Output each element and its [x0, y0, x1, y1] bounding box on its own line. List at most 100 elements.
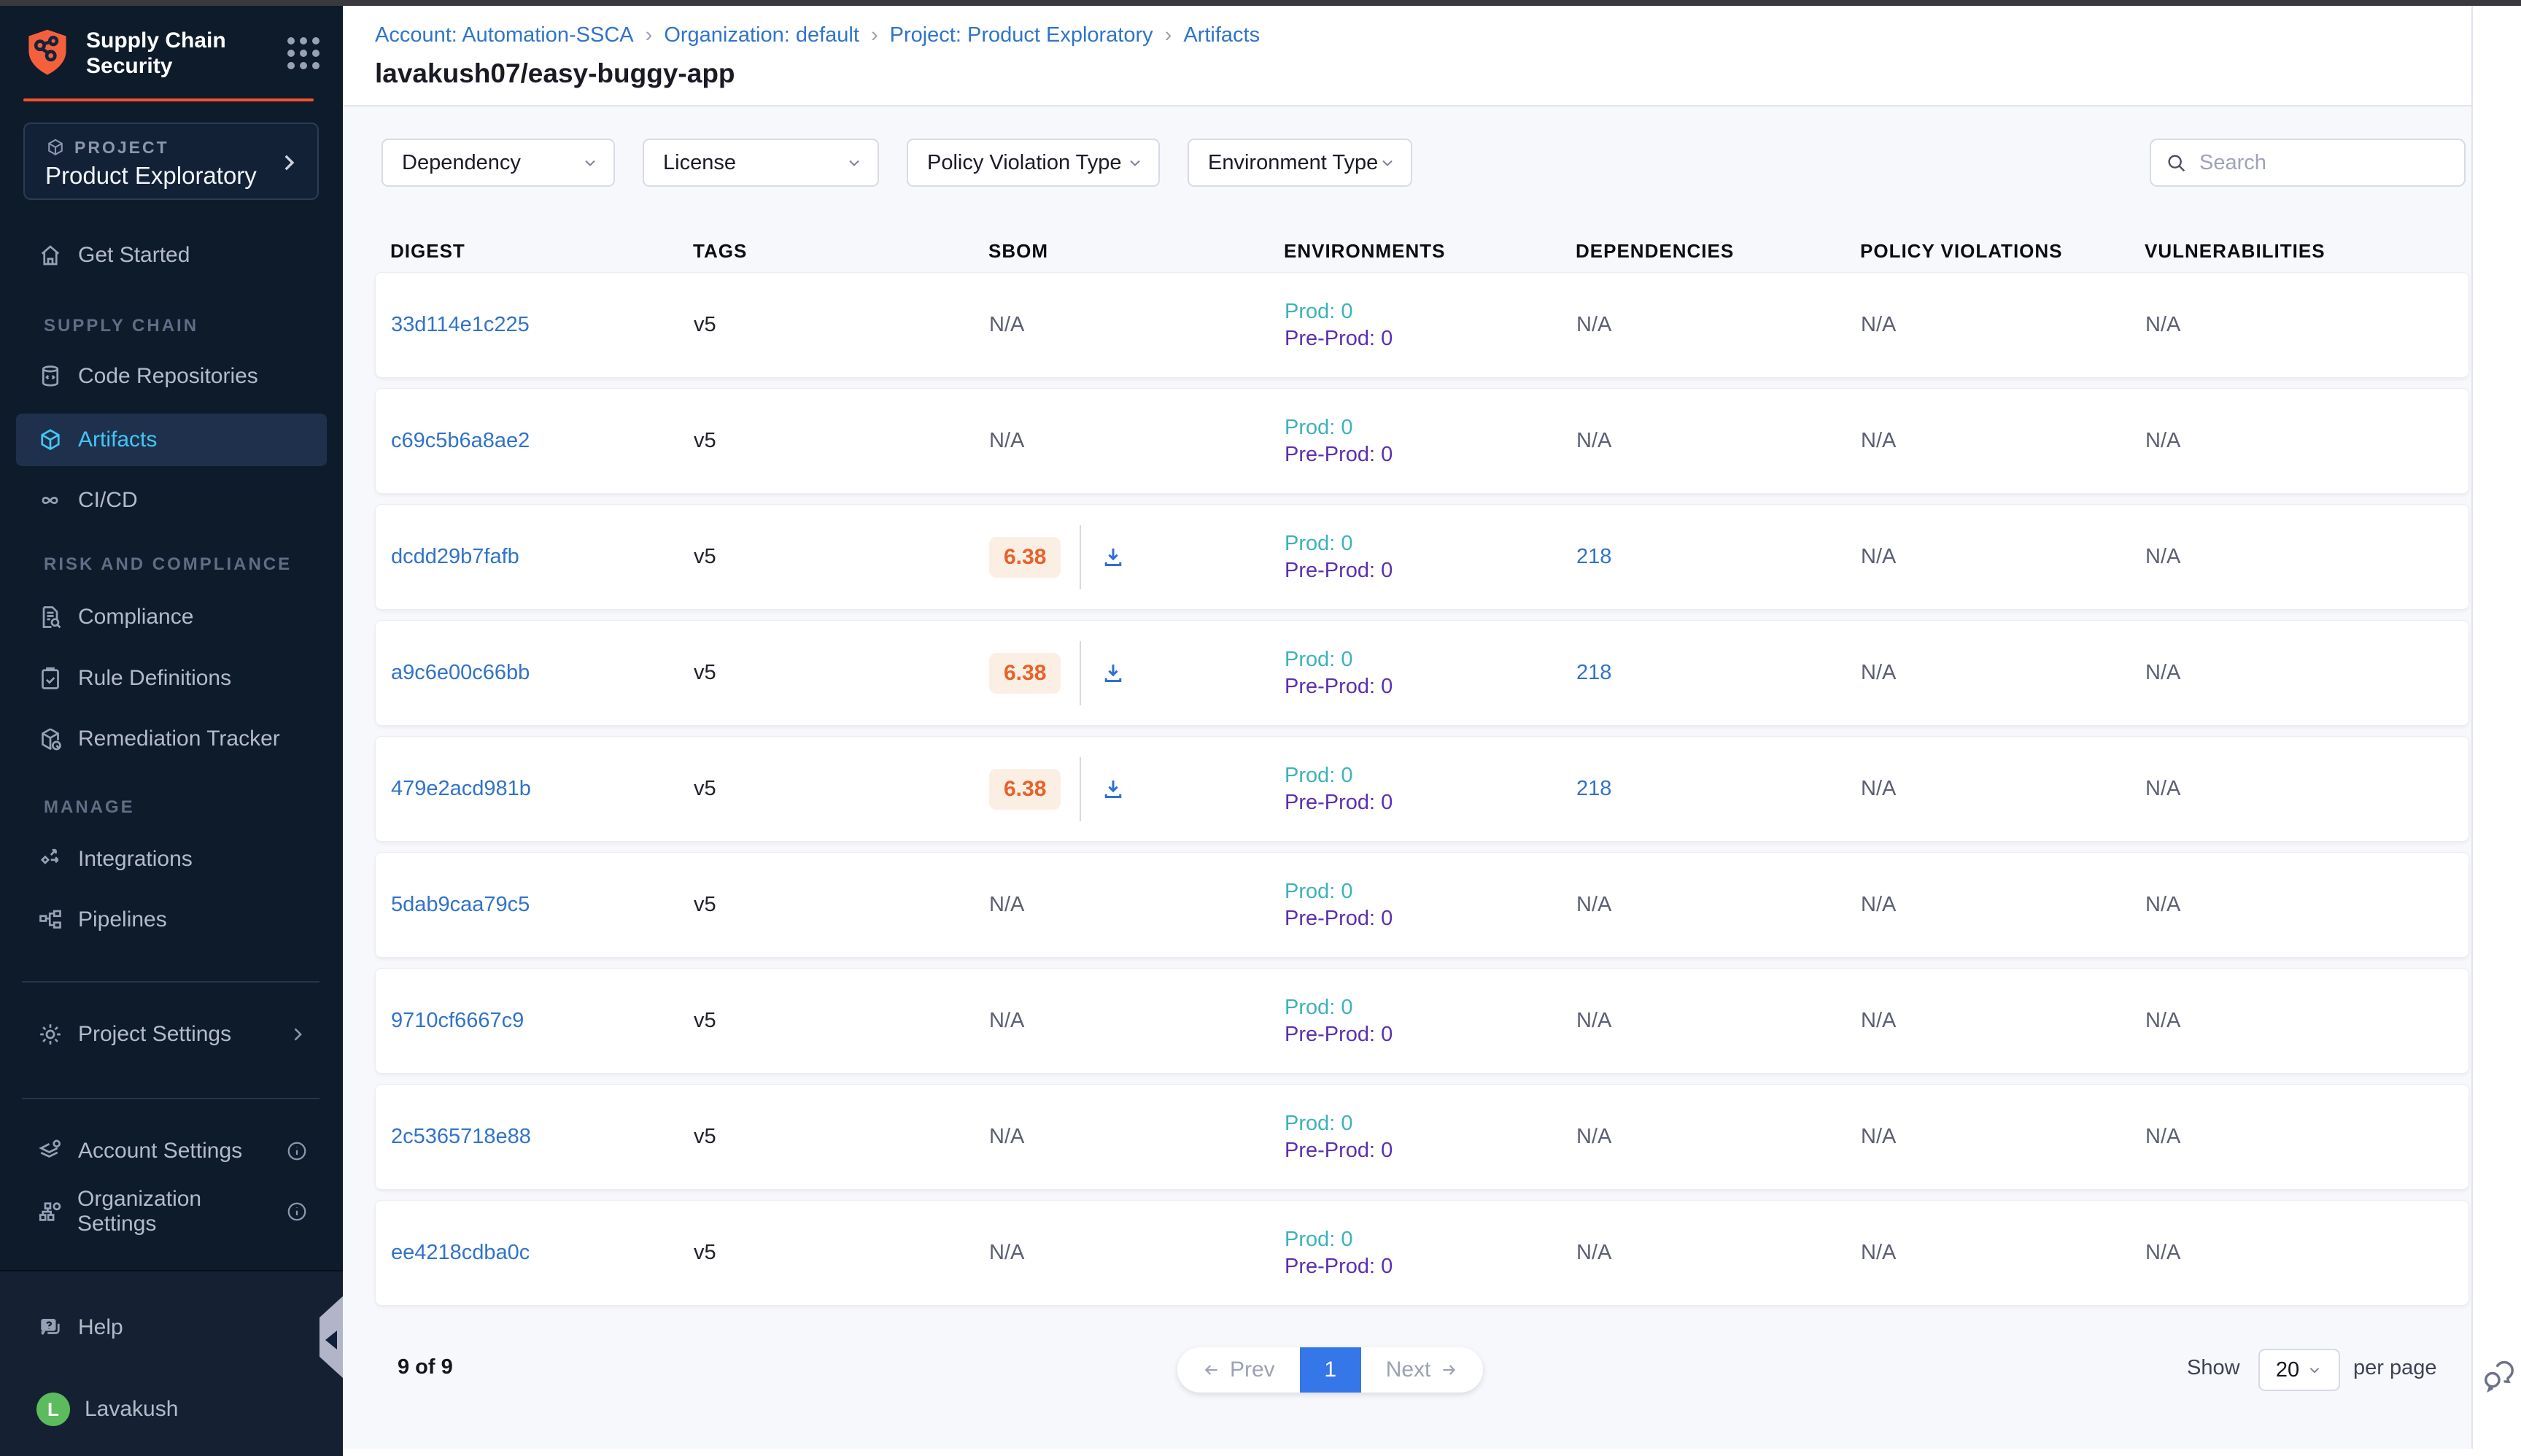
table-row[interactable]: a9c6e00c66bb v5 6.38 Prod: 0 Pre-Prod: 0… [375, 620, 2469, 726]
home-icon [36, 242, 63, 268]
digest-link[interactable]: c69c5b6a8ae2 [391, 429, 530, 452]
table-row[interactable]: dcdd29b7fafb v5 6.38 Prod: 0 Pre-Prod: 0… [375, 504, 2469, 610]
sidebar-item-pipelines[interactable]: Pipelines [16, 894, 327, 946]
environments-cell: Prod: 0 Pre-Prod: 0 [1285, 878, 1576, 932]
breadcrumb-account[interactable]: Account: Automation-SSCA [375, 23, 634, 47]
sidebar-item-project-settings[interactable]: Project Settings [16, 1008, 327, 1061]
sidebar-item-rule-definitions[interactable]: Rule Definitions [16, 652, 327, 705]
vulnerabilities-value: N/A [2145, 1241, 2468, 1265]
digest-link[interactable]: dcdd29b7fafb [391, 545, 519, 568]
user-name: Lavakush [85, 1397, 178, 1422]
sidebar-item-artifacts[interactable]: Artifacts [16, 414, 327, 466]
environments-cell: Prod: 0 Pre-Prod: 0 [1285, 298, 1576, 352]
sidebar-item-cicd[interactable]: CI/CD [16, 474, 327, 527]
sidebar-user[interactable]: L Lavakush [16, 1383, 327, 1436]
env-prod: Prod: 0 [1285, 1110, 1576, 1137]
digest-link[interactable]: 33d114e1c225 [391, 313, 530, 336]
breadcrumb-artifacts[interactable]: Artifacts [1183, 23, 1260, 47]
table-row[interactable]: ee4218cdba0c v5 N/A Prod: 0 Pre-Prod: 0 … [375, 1200, 2469, 1306]
chat-bubbles-icon[interactable] [2479, 1357, 2517, 1395]
dependencies-link[interactable]: 218 [1576, 777, 1611, 800]
digest-link[interactable]: ee4218cdba0c [391, 1241, 530, 1264]
document-search-icon [36, 604, 63, 630]
page-size-select[interactable]: 20 [2258, 1349, 2340, 1391]
digest-link[interactable]: 9710cf6667c9 [391, 1009, 524, 1032]
sidebar-item-label: Compliance [78, 605, 193, 630]
table-row[interactable]: 5dab9caa79c5 v5 N/A Prod: 0 Pre-Prod: 0 … [375, 852, 2469, 958]
next-page-button[interactable]: Next [1361, 1347, 1484, 1393]
table-row[interactable]: 33d114e1c225 v5 N/A Prod: 0 Pre-Prod: 0 … [375, 272, 2469, 378]
filter-environment-type[interactable]: Environment Type [1188, 139, 1412, 187]
search-box [2150, 139, 2466, 187]
sbom-na: N/A [989, 1009, 1024, 1032]
table-row[interactable]: 9710cf6667c9 v5 N/A Prod: 0 Pre-Prod: 0 … [375, 968, 2469, 1074]
current-page-button[interactable]: 1 [1300, 1347, 1361, 1393]
info-icon[interactable] [286, 1201, 308, 1223]
project-name: Product Exploratory [45, 162, 257, 190]
dependencies-na: N/A [1576, 1125, 1611, 1148]
sidebar-divider [22, 1098, 320, 1099]
tag-value: v5 [694, 1009, 989, 1033]
supply-chain-security-logo-icon [23, 28, 71, 79]
breadcrumb-organization[interactable]: Organization: default [664, 23, 859, 47]
module-grid-icon[interactable] [287, 37, 320, 69]
sidebar-item-organization-settings[interactable]: Organization Settings [16, 1185, 327, 1238]
sidebar-item-get-started[interactable]: Get Started [16, 229, 327, 282]
chevron-right-icon: › [871, 23, 878, 47]
env-preprod: Pre-Prod: 0 [1285, 325, 1576, 352]
dependencies-link[interactable]: 218 [1576, 545, 1611, 568]
info-icon[interactable] [286, 1140, 308, 1162]
env-prod: Prod: 0 [1285, 530, 1576, 557]
chevron-down-icon [845, 154, 863, 171]
sidebar-item-code-repositories[interactable]: Code Repositories [16, 350, 327, 403]
filter-policy-violation-type[interactable]: Policy Violation Type [907, 139, 1160, 187]
filter-label: License [663, 151, 736, 175]
pipelines-icon [36, 907, 63, 933]
infinity-icon [36, 487, 63, 514]
tag-value: v5 [694, 545, 989, 569]
tag-value: v5 [694, 893, 989, 917]
sidebar-item-remediation-tracker[interactable]: Remediation Tracker [16, 713, 327, 765]
sbom-score-badge: 6.38 [989, 537, 1061, 578]
sidebar-item-label: CI/CD [78, 488, 138, 513]
next-label: Next [1386, 1358, 1431, 1382]
sidebar-item-compliance[interactable]: Compliance [16, 591, 327, 643]
sidebar-item-account-settings[interactable]: Account Settings [16, 1125, 327, 1177]
digest-link[interactable]: a9c6e00c66bb [391, 661, 530, 684]
breadcrumb-project[interactable]: Project: Product Exploratory [890, 23, 1153, 47]
pagination: Prev 1 Next [1177, 1347, 1483, 1393]
table-row[interactable]: 479e2acd981b v5 6.38 Prod: 0 Pre-Prod: 0… [375, 736, 2469, 842]
avatar: L [36, 1393, 70, 1426]
policy-violations-value: N/A [1861, 429, 2145, 453]
arrow-right-icon [1439, 1360, 1458, 1379]
digest-link[interactable]: 479e2acd981b [391, 777, 531, 800]
filter-license[interactable]: License [643, 139, 879, 187]
table-row[interactable]: 2c5365718e88 v5 N/A Prod: 0 Pre-Prod: 0 … [375, 1084, 2469, 1190]
sbom-download-icon[interactable] [1100, 660, 1126, 686]
tag-value: v5 [694, 1125, 989, 1149]
sbom-na: N/A [989, 1241, 1024, 1264]
column-header-policy-violations: POLICY VIOLATIONS [1860, 240, 2145, 263]
sidebar-item-help[interactable]: Help [16, 1301, 327, 1354]
vulnerabilities-value: N/A [2145, 545, 2468, 569]
sidebar-item-integrations[interactable]: Integrations [16, 833, 327, 886]
prev-page-button[interactable]: Prev [1177, 1347, 1300, 1393]
sidebar: Supply ChainSecurity PROJECT Product Exp… [0, 6, 343, 1449]
dependencies-link[interactable]: 218 [1576, 661, 1611, 684]
sbom-download-icon[interactable] [1100, 544, 1126, 570]
collapse-arrow-icon [325, 1331, 337, 1349]
code-repository-icon [36, 363, 63, 390]
digest-link[interactable]: 2c5365718e88 [391, 1125, 531, 1148]
project-selector[interactable]: PROJECT Product Exploratory [23, 123, 319, 200]
window-top-strip [0, 0, 2521, 6]
sbom-download-icon[interactable] [1100, 776, 1126, 802]
vulnerabilities-value: N/A [2145, 1009, 2468, 1033]
clipboard-check-icon [36, 665, 63, 692]
digest-link[interactable]: 5dab9caa79c5 [391, 893, 530, 916]
chevron-right-icon [276, 148, 301, 177]
cube-icon [36, 427, 63, 453]
filter-dependency[interactable]: Dependency [382, 139, 615, 187]
search-input[interactable] [2198, 150, 2451, 176]
sidebar-item-label: Code Repositories [78, 364, 258, 389]
table-row[interactable]: c69c5b6a8ae2 v5 N/A Prod: 0 Pre-Prod: 0 … [375, 388, 2469, 494]
